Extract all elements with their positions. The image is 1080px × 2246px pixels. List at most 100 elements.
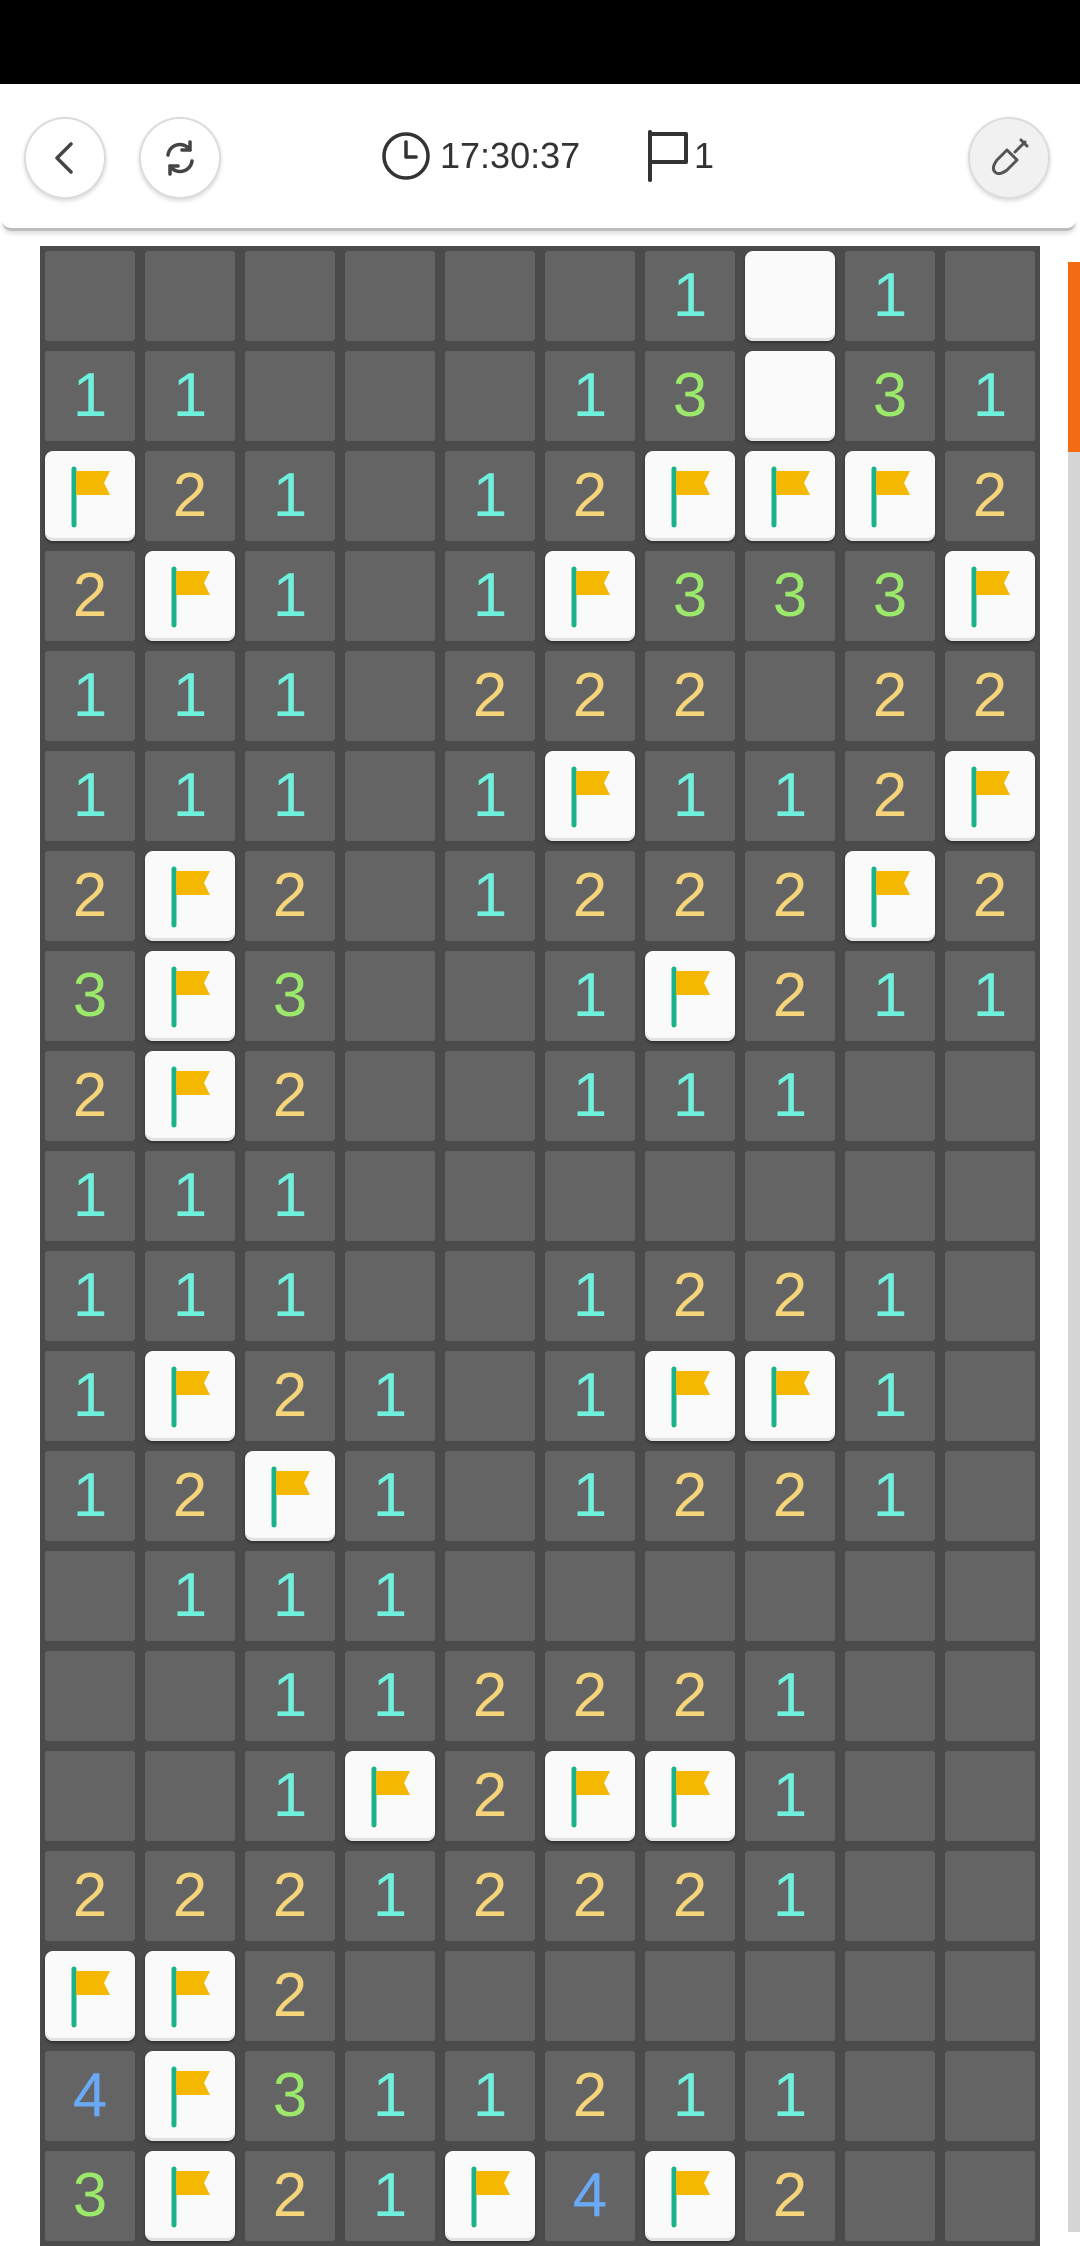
empty-cell[interactable] [240, 346, 340, 446]
number-cell[interactable]: 1 [940, 346, 1040, 446]
number-cell[interactable]: 1 [340, 1846, 440, 1946]
number-cell[interactable]: 1 [540, 1346, 640, 1446]
empty-cell[interactable] [440, 1546, 540, 1646]
empty-cell[interactable] [440, 1046, 540, 1146]
number-cell[interactable]: 1 [840, 1346, 940, 1446]
flagged-cell[interactable] [240, 1446, 340, 1546]
number-cell[interactable]: 1 [540, 1046, 640, 1146]
number-cell[interactable]: 2 [840, 746, 940, 846]
empty-cell[interactable] [940, 1746, 1040, 1846]
empty-cell[interactable] [840, 1546, 940, 1646]
number-cell[interactable]: 2 [40, 1046, 140, 1146]
flagged-cell[interactable] [340, 1746, 440, 1846]
empty-cell[interactable] [740, 1546, 840, 1646]
number-cell[interactable]: 2 [540, 1846, 640, 1946]
number-cell[interactable]: 1 [740, 746, 840, 846]
flagged-cell[interactable] [440, 2146, 540, 2246]
number-cell[interactable]: 2 [940, 446, 1040, 546]
empty-cell[interactable] [440, 1246, 540, 1346]
number-cell[interactable]: 1 [240, 746, 340, 846]
empty-cell[interactable] [340, 1146, 440, 1246]
number-cell[interactable]: 2 [940, 846, 1040, 946]
number-cell[interactable]: 2 [640, 1646, 740, 1746]
number-cell[interactable]: 1 [240, 1746, 340, 1846]
flagged-cell[interactable] [540, 1746, 640, 1846]
number-cell[interactable]: 1 [640, 1046, 740, 1146]
flagged-cell[interactable] [140, 1046, 240, 1146]
number-cell[interactable]: 1 [140, 346, 240, 446]
number-cell[interactable]: 1 [40, 746, 140, 846]
empty-cell[interactable] [740, 1146, 840, 1246]
empty-cell[interactable] [840, 1046, 940, 1146]
number-cell[interactable]: 1 [640, 746, 740, 846]
empty-cell[interactable] [940, 2146, 1040, 2246]
empty-cell[interactable] [840, 1646, 940, 1746]
number-cell[interactable]: 2 [840, 646, 940, 746]
number-cell[interactable]: 2 [440, 1746, 540, 1846]
empty-cell[interactable] [340, 446, 440, 546]
empty-cell[interactable] [440, 946, 540, 1046]
number-cell[interactable]: 1 [340, 1446, 440, 1546]
empty-cell[interactable] [140, 1746, 240, 1846]
number-cell[interactable]: 2 [440, 1646, 540, 1746]
empty-cell[interactable] [340, 946, 440, 1046]
flagged-cell[interactable] [540, 746, 640, 846]
empty-cell[interactable] [840, 1846, 940, 1946]
flagged-cell[interactable] [640, 946, 740, 1046]
number-cell[interactable]: 1 [840, 1446, 940, 1546]
number-cell[interactable]: 1 [340, 1646, 440, 1746]
number-cell[interactable]: 2 [740, 1246, 840, 1346]
empty-cell[interactable] [240, 246, 340, 346]
flagged-cell[interactable] [640, 446, 740, 546]
number-cell[interactable]: 1 [440, 746, 540, 846]
flagged-cell[interactable] [640, 1346, 740, 1446]
empty-cell[interactable] [640, 1146, 740, 1246]
flagged-cell[interactable] [840, 446, 940, 546]
back-button[interactable] [24, 117, 106, 199]
empty-cell[interactable] [340, 346, 440, 446]
flagged-cell[interactable] [140, 546, 240, 646]
number-cell[interactable]: 4 [40, 2046, 140, 2146]
empty-cell[interactable] [440, 1446, 540, 1546]
number-cell[interactable]: 2 [440, 646, 540, 746]
empty-cell[interactable] [740, 646, 840, 746]
number-cell[interactable]: 1 [440, 846, 540, 946]
number-cell[interactable]: 1 [740, 1746, 840, 1846]
number-cell[interactable]: 2 [240, 846, 340, 946]
flagged-cell[interactable] [40, 1946, 140, 2046]
empty-cell[interactable] [940, 1246, 1040, 1346]
number-cell[interactable]: 2 [640, 846, 740, 946]
empty-cell[interactable] [840, 1946, 940, 2046]
number-cell[interactable]: 1 [40, 1246, 140, 1346]
number-cell[interactable]: 1 [440, 546, 540, 646]
flagged-cell[interactable] [640, 2146, 740, 2246]
number-cell[interactable]: 1 [540, 1246, 640, 1346]
number-cell[interactable]: 2 [40, 546, 140, 646]
number-cell[interactable]: 1 [140, 646, 240, 746]
empty-cell[interactable] [940, 2046, 1040, 2146]
number-cell[interactable]: 1 [540, 1446, 640, 1546]
number-cell[interactable]: 1 [240, 646, 340, 746]
number-cell[interactable]: 2 [540, 1646, 640, 1746]
unrevealed-cell[interactable] [740, 346, 840, 446]
number-cell[interactable]: 2 [540, 2046, 640, 2146]
flagged-cell[interactable] [740, 1346, 840, 1446]
number-cell[interactable]: 2 [140, 446, 240, 546]
flagged-cell[interactable] [140, 2146, 240, 2246]
number-cell[interactable]: 2 [740, 2146, 840, 2246]
flagged-cell[interactable] [140, 1946, 240, 2046]
empty-cell[interactable] [940, 1346, 1040, 1446]
empty-cell[interactable] [440, 346, 540, 446]
empty-cell[interactable] [940, 1546, 1040, 1646]
number-cell[interactable]: 2 [640, 1446, 740, 1546]
empty-cell[interactable] [140, 246, 240, 346]
number-cell[interactable]: 3 [240, 946, 340, 1046]
empty-cell[interactable] [840, 1746, 940, 1846]
number-cell[interactable]: 2 [540, 846, 640, 946]
empty-cell[interactable] [340, 846, 440, 946]
scrollbar-thumb[interactable] [1068, 262, 1080, 452]
number-cell[interactable]: 1 [40, 1346, 140, 1446]
number-cell[interactable]: 2 [540, 646, 640, 746]
empty-cell[interactable] [840, 2046, 940, 2146]
empty-cell[interactable] [540, 1546, 640, 1646]
